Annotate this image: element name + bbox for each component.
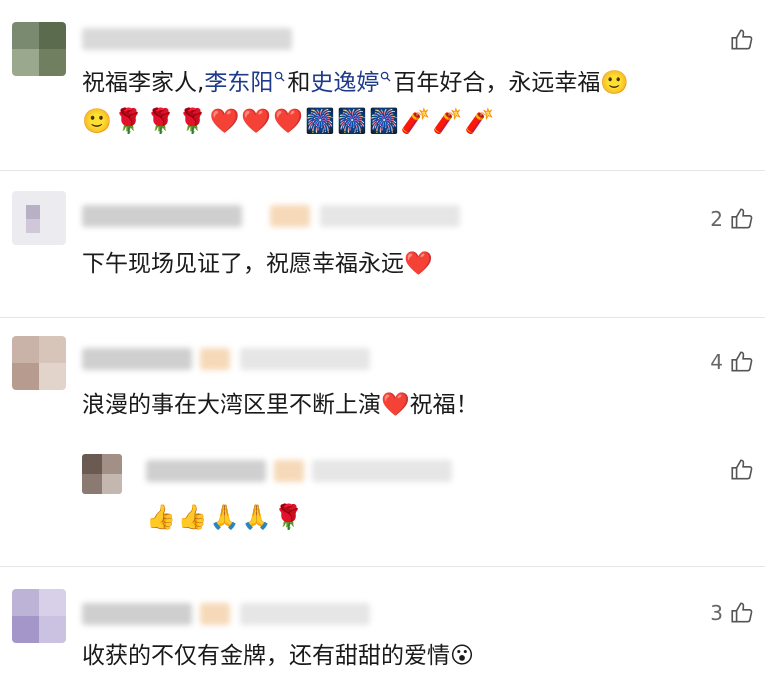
mention-link[interactable]: 史逸婷 xyxy=(310,70,379,96)
like-button[interactable]: 4 xyxy=(710,348,755,376)
username-blurred xyxy=(240,348,370,370)
avatar[interactable] xyxy=(12,191,66,245)
avatar[interactable] xyxy=(12,336,66,390)
like-count: 4 xyxy=(710,350,723,374)
thumbs-up-icon xyxy=(731,351,753,372)
badge-blurred xyxy=(200,348,230,370)
avatar[interactable] xyxy=(12,22,66,76)
thumbs-up-icon xyxy=(731,208,753,229)
search-mini-icon xyxy=(275,71,285,82)
username-blurred[interactable] xyxy=(82,28,292,50)
username-blurred[interactable] xyxy=(82,603,192,625)
username-blurred xyxy=(240,603,370,625)
mention-link[interactable]: 李东阳 xyxy=(204,70,273,96)
like-count: 3 xyxy=(710,601,723,625)
comment-4: 3 收获的不仅有金牌，还有甜甜的爱情😮 xyxy=(0,567,765,684)
comment-text: 下午现场见证了，祝愿幸福永远❤️ xyxy=(82,251,433,277)
badge-blurred xyxy=(274,460,304,482)
thumbs-up-icon xyxy=(731,602,753,623)
username-blurred[interactable] xyxy=(146,460,266,482)
comment-text: 浪漫的事在大湾区里不断上演❤️祝福！ xyxy=(82,392,479,418)
badge-blurred xyxy=(200,603,230,625)
avatar[interactable] xyxy=(82,454,122,494)
thumbs-up-icon xyxy=(731,459,753,480)
thumbs-up-icon xyxy=(731,29,753,50)
reply-emoji-row: 👍👍🙏🙏🌹 xyxy=(146,503,306,531)
username-blurred xyxy=(312,460,452,482)
comment-text: 收获的不仅有金牌，还有甜甜的爱情😮 xyxy=(82,643,474,669)
username-blurred xyxy=(320,205,460,227)
username-blurred[interactable] xyxy=(82,348,192,370)
comment-1: 祝福李家人,李东阳 和史逸婷 百年好合，永远幸福🙂 🙂🌹🌹🌹❤️❤️❤️🎆🎆🎆🧨🧨🧨 xyxy=(0,0,765,170)
reply: 👍👍🙏🙏🌹 xyxy=(0,450,765,550)
username-blurred[interactable] xyxy=(82,205,242,227)
comment-text: 祝福李家人,李东阳 和史逸婷 百年好合，永远幸福🙂 xyxy=(82,70,629,96)
badge-blurred xyxy=(270,205,310,227)
comment-3: 4 浪漫的事在大湾区里不断上演❤️祝福！ 👍👍🙏🙏🌹 xyxy=(0,318,765,566)
like-button[interactable]: 3 xyxy=(710,599,755,627)
comment-2: 2 下午现场见证了，祝愿幸福永远❤️ xyxy=(0,171,765,317)
like-button[interactable] xyxy=(723,456,755,484)
search-mini-icon xyxy=(381,71,391,82)
like-button[interactable]: 2 xyxy=(710,205,755,233)
like-button[interactable] xyxy=(723,26,755,54)
emoji-row: 🙂🌹🌹🌹❤️❤️❤️🎆🎆🎆🧨🧨🧨 xyxy=(82,107,497,135)
avatar[interactable] xyxy=(12,589,66,643)
like-count: 2 xyxy=(710,207,723,231)
